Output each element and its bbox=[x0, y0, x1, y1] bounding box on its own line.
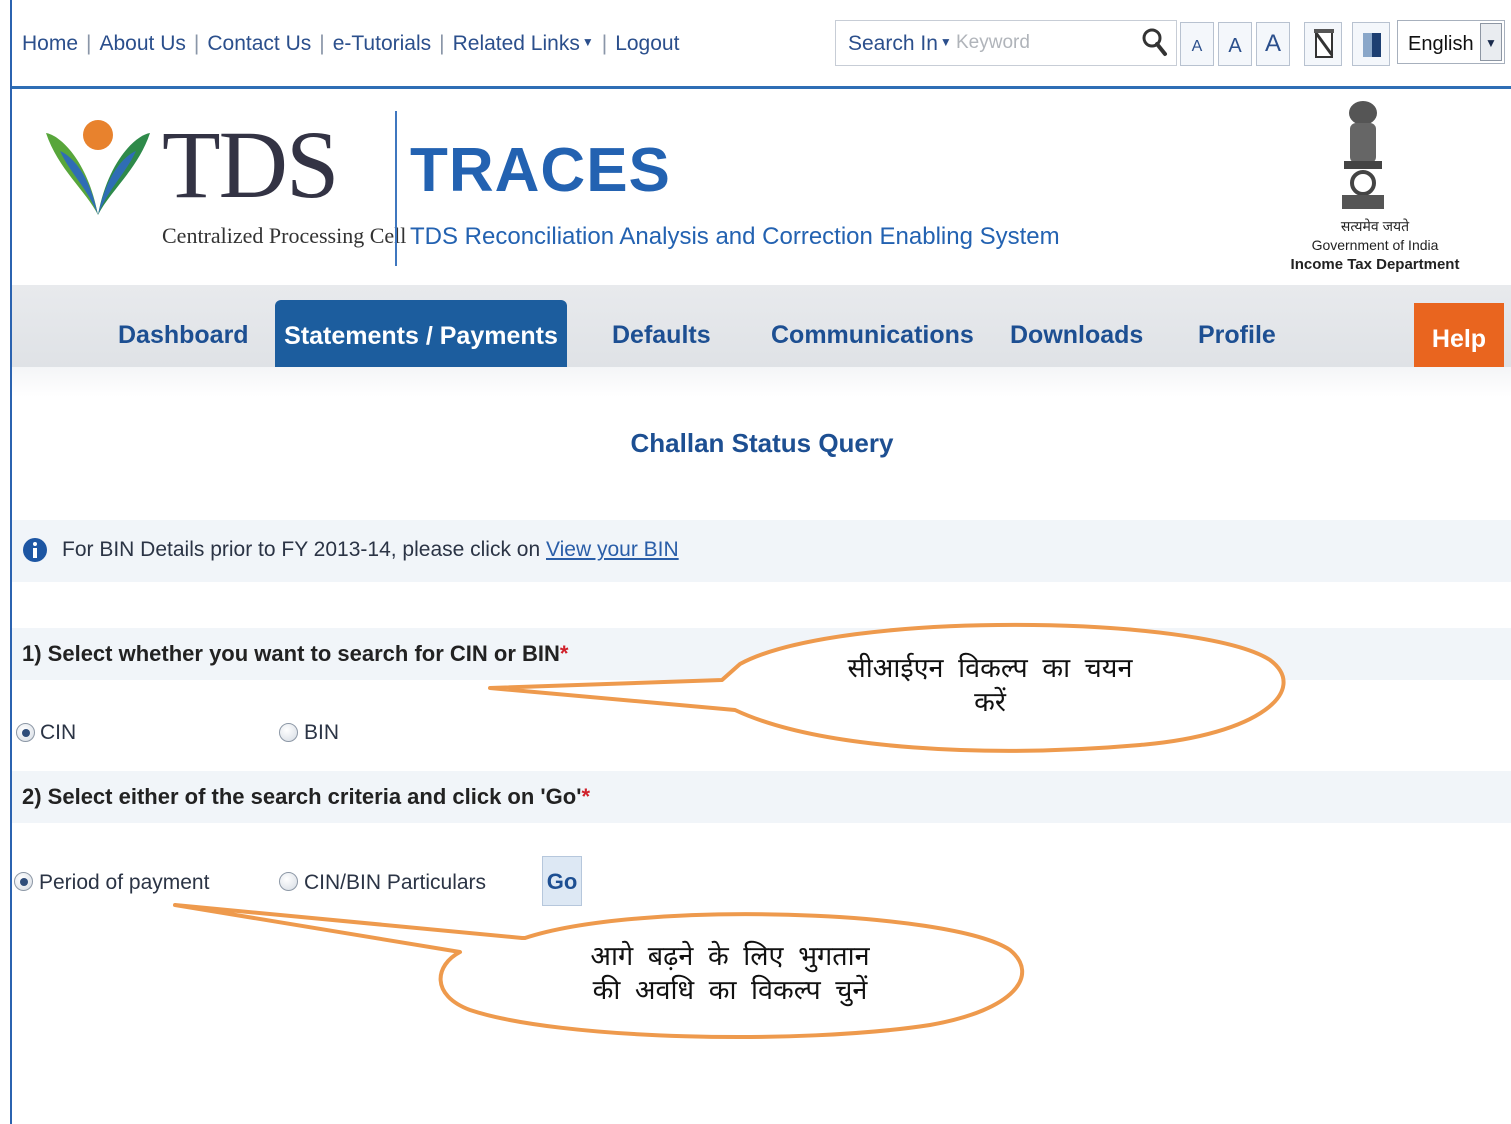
period-of-payment-radio[interactable] bbox=[14, 872, 33, 891]
print-button[interactable] bbox=[1304, 22, 1342, 66]
contrast-button[interactable] bbox=[1352, 22, 1390, 66]
go-button[interactable]: Go bbox=[542, 856, 582, 906]
callout-line: आगे बढ़ने के लिए भुगतान bbox=[590, 941, 870, 972]
caret-down-icon: ▼ bbox=[581, 35, 594, 49]
nav-shadow bbox=[12, 367, 1511, 397]
question-2-label: 2) Select either of the search criteria … bbox=[22, 784, 590, 810]
main-nav: Dashboard Statements / Payments Defaults… bbox=[12, 285, 1511, 383]
question-text: 1) Select whether you want to search for… bbox=[22, 641, 560, 666]
nav-help[interactable]: Help bbox=[1414, 303, 1504, 367]
site-subtitle: TDS Reconciliation Analysis and Correcti… bbox=[410, 223, 1060, 250]
search-input[interactable] bbox=[956, 27, 1131, 59]
emblem-motto: सत्यमेव जयते bbox=[1340, 218, 1410, 234]
document-icon bbox=[1314, 29, 1334, 58]
logo-wordmark: TDS bbox=[162, 111, 339, 218]
site-title: TRACES bbox=[410, 136, 671, 205]
separator: | bbox=[439, 32, 445, 55]
callout-line: की अवधि का विकल्प चुनें bbox=[592, 975, 868, 1006]
info-banner: For BIN Details prior to FY 2013-14, ple… bbox=[12, 520, 1511, 582]
utility-bar: Home | About Us | Contact Us | e-Tutorials | Rel… bbox=[12, 8, 1511, 86]
logo-subtitle: Centralized Processing Cell bbox=[162, 223, 407, 248]
bin-radio[interactable] bbox=[279, 723, 298, 742]
separator: | bbox=[601, 32, 608, 55]
chevron-down-icon: ▼ bbox=[1480, 23, 1502, 61]
national-emblem-icon bbox=[1342, 101, 1384, 209]
logout-link[interactable]: Logout bbox=[615, 32, 679, 55]
required-marker: * bbox=[581, 784, 590, 809]
site-header: TDS Centralized Processing Cell TRACES T… bbox=[12, 89, 1511, 284]
required-marker: * bbox=[559, 641, 569, 666]
search-in-label: Search In bbox=[848, 32, 938, 55]
cin-radio[interactable] bbox=[16, 723, 35, 742]
home-link[interactable]: Home bbox=[22, 32, 78, 55]
nav-downloads[interactable]: Downloads bbox=[1010, 321, 1143, 350]
separator: | bbox=[319, 32, 325, 55]
separator: | bbox=[193, 32, 200, 55]
about-us-link[interactable]: About Us bbox=[100, 32, 186, 55]
tds-logo-icon bbox=[46, 120, 150, 215]
callout-line: करें bbox=[974, 687, 1006, 718]
font-large-button[interactable]: A bbox=[1256, 22, 1290, 66]
contact-us-link[interactable]: Contact Us bbox=[207, 32, 311, 55]
related-links-menu[interactable]: Related Links ▼ bbox=[453, 32, 594, 55]
top-links: Home | About Us | Contact Us | e-Tutorials | Rel… bbox=[22, 32, 679, 56]
divider bbox=[395, 111, 397, 266]
related-links-label: Related Links bbox=[452, 32, 580, 55]
nav-defaults[interactable]: Defaults bbox=[612, 321, 711, 350]
info-icon bbox=[23, 538, 47, 562]
callout-1-text: सीआईएन विकल्प का चयन करें bbox=[780, 652, 1200, 720]
nav-communications[interactable]: Communications bbox=[771, 321, 974, 350]
bin-radio-label: BIN bbox=[304, 721, 340, 744]
separator: | bbox=[86, 32, 92, 55]
nav-label: Help bbox=[1431, 325, 1487, 353]
question-text: 2) Select either of the search criteria … bbox=[22, 784, 582, 809]
info-message: For BIN Details prior to FY 2013-14, ple… bbox=[62, 538, 546, 561]
cin-radio-label: CIN bbox=[40, 721, 77, 744]
language-value: English bbox=[1408, 33, 1474, 55]
department-name: Income Tax Department bbox=[1290, 256, 1460, 273]
font-small-button[interactable]: A bbox=[1180, 22, 1214, 66]
callout-2-text: आगे बढ़ने के लिए भुगतान की अवधि का विकल्… bbox=[520, 940, 940, 1008]
question-2: 2) Select either of the search criteria … bbox=[12, 771, 1511, 823]
info-text: For BIN Details prior to FY 2013-14, ple… bbox=[62, 538, 679, 562]
nav-label: Statements / Payments bbox=[284, 322, 558, 350]
nav-profile[interactable]: Profile bbox=[1198, 321, 1276, 350]
caret-down-icon: ▼ bbox=[939, 35, 952, 49]
nav-dashboard[interactable]: Dashboard bbox=[118, 321, 249, 350]
language-select[interactable]: English ▼ bbox=[1397, 20, 1505, 64]
cin-bin-particulars-radio[interactable] bbox=[279, 872, 298, 891]
search-icon bbox=[1142, 28, 1167, 56]
search-box: Search In ▼ bbox=[835, 20, 1177, 66]
question-1-label: 1) Select whether you want to search for… bbox=[22, 641, 568, 667]
callout-line: सीआईएन विकल्प का चयन bbox=[847, 653, 1133, 684]
search-in-dropdown[interactable]: Search In ▼ bbox=[848, 32, 952, 56]
view-bin-link[interactable]: View your BIN bbox=[546, 538, 679, 561]
contrast-icon bbox=[1363, 33, 1381, 57]
e-tutorials-link[interactable]: e-Tutorials bbox=[333, 32, 431, 55]
font-medium-button[interactable]: A bbox=[1218, 22, 1252, 66]
search-button[interactable] bbox=[1138, 25, 1172, 61]
period-of-payment-label: Period of payment bbox=[39, 871, 210, 894]
page-title: Challan Status Query bbox=[630, 428, 894, 458]
question-1: 1) Select whether you want to search for… bbox=[12, 628, 1511, 680]
cin-bin-particulars-label: CIN/BIN Particulars bbox=[304, 871, 487, 894]
government-label: सत्यमेव जयते Government of India Income … bbox=[1280, 217, 1470, 274]
government-of-india: Government of India bbox=[1311, 237, 1439, 253]
nav-statements-payments[interactable]: Statements / Payments bbox=[275, 300, 567, 367]
